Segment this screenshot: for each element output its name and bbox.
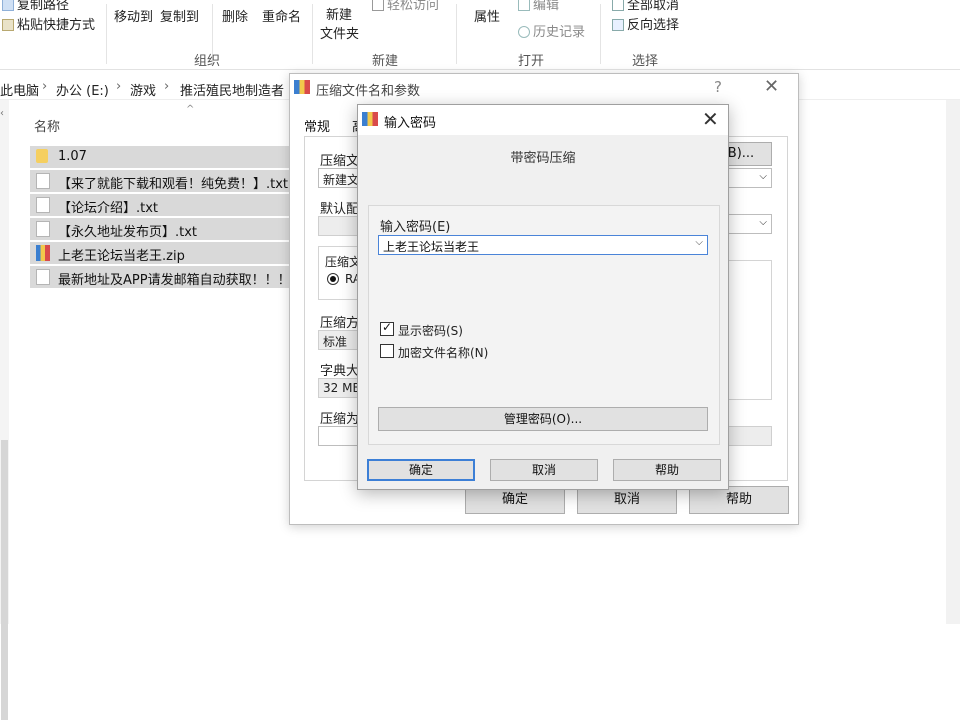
archive-name-label: 压缩文 [320,154,360,169]
breadcrumb-drive[interactable]: 办公 (E:) [56,80,109,99]
zip-archive-icon [36,245,50,261]
group-label-organize: 组织 [194,54,221,69]
scrollbar-thumb[interactable] [1,440,8,720]
delete-button[interactable]: 删除 [222,6,248,25]
show-password-checkbox[interactable]: ✓ [380,320,394,336]
password-label: 输入密码(E) [380,220,451,235]
file-row[interactable]: 1.07 [30,146,292,168]
encrypt-filenames-checkbox[interactable] [380,344,394,358]
checkmark-icon: ✓ [382,320,393,334]
breadcrumb-folder[interactable]: 推活殖民地制造者 [180,80,284,99]
file-row[interactable]: 【来了就能下载和观看！纯免费！】.txt [30,170,292,192]
chevron-down-icon[interactable]: ⌵ [759,171,767,182]
properties-button[interactable]: 属性 [474,6,500,25]
navigation-pane-scrollbar[interactable] [0,100,9,720]
breadcrumb-games[interactable]: 游戏 [130,80,156,99]
new-folder-button[interactable]: 新建 文件夹 [320,4,359,42]
help-icon[interactable]: ? [714,78,722,96]
file-row[interactable]: 【永久地址发布页】.txt [30,218,292,240]
password-dialog: 输入密码 ✕ 带密码压缩 输入密码(E) 上老王论坛当老王 ⌵ ✓ 显示密码(S… [357,104,729,490]
password-dialog-title: 输入密码 [384,116,437,131]
folder-icon [36,149,48,163]
copy-path-icon [2,0,14,11]
paste-shortcut-icon [2,19,14,31]
group-label-select: 选择 [632,54,659,69]
cancel-button[interactable]: 取消 [490,459,598,481]
file-row[interactable]: 最新地址及APP请发邮箱自动获取！！！ [30,266,292,288]
text-file-icon [36,221,50,237]
breadcrumb-separator-icon: › [42,79,48,94]
password-dialog-subtitle: 带密码压缩 [510,151,576,166]
chevron-down-icon[interactable]: ⌵ [695,237,703,248]
group-label-open: 打开 [518,54,545,69]
text-file-icon [36,269,50,285]
edit-button[interactable]: 编辑 [518,0,559,13]
encrypt-filenames-label: 加密文件名称(N) [398,346,489,360]
file-row[interactable]: 上老王论坛当老王.zip [30,242,292,264]
copy-to-button[interactable]: 复制到 [160,6,199,25]
checkbox-icon [372,0,384,11]
help-button[interactable]: 帮助 [689,486,789,514]
close-icon[interactable]: ✕ [764,76,779,97]
cancel-button[interactable]: 取消 [577,486,677,514]
group-label-new: 新建 [372,54,399,69]
chevron-down-icon[interactable]: ⌵ [759,217,767,228]
password-dialog-titlebar: 输入密码 ✕ [358,105,728,135]
show-password-label: 显示密码(S) [398,324,463,338]
move-to-button[interactable]: 移动到 [114,6,153,25]
dictionary-size-label: 字典大 [320,364,360,379]
copy-path-button[interactable]: 复制路径 [2,0,69,13]
select-none-icon [612,0,624,11]
rename-button[interactable]: 重命名 [262,6,301,25]
breadcrumb-separator-icon: › [116,79,122,94]
close-icon[interactable]: ✕ [702,107,719,131]
edit-icon [518,0,530,11]
ribbon: 复制路径 粘贴快捷方式 移动到 复制到 删除 重命名 组织 新建 文件夹 轻松访… [0,0,960,70]
manage-passwords-button[interactable]: 管理密码(O)... [378,407,708,431]
ok-button[interactable]: 确定 [367,459,475,481]
ribbon-divider [600,4,601,64]
ribbon-divider [456,4,457,64]
breadcrumb-separator-icon: › [164,79,170,94]
help-button[interactable]: 帮助 [613,459,721,481]
password-input[interactable]: 上老王论坛当老王 ⌵ [378,235,708,255]
easy-access-button[interactable]: 轻松访问 [372,0,439,13]
tab-general[interactable]: 常规 [304,116,330,135]
expand-chevron-icon[interactable]: ‹ [0,108,4,119]
content-scrollbar[interactable] [946,100,960,624]
compression-method-label: 压缩方 [320,316,360,331]
file-row[interactable]: 【论坛介绍】.txt [30,194,292,216]
invert-selection-button[interactable]: 反向选择 [612,14,679,33]
ok-button[interactable]: 确定 [465,486,565,514]
history-button[interactable]: 历史记录 [518,21,585,40]
winrar-icon [362,112,378,126]
history-icon [518,26,530,38]
select-none-button[interactable]: 全部取消 [612,0,679,13]
default-profile-label: 默认配 [320,202,360,217]
text-file-icon [36,197,50,213]
ribbon-divider [312,4,313,64]
winrar-icon [294,80,310,94]
invert-selection-icon [612,19,624,31]
column-header-name[interactable]: 名称 [34,116,60,135]
sort-ascending-icon: ^ [186,104,195,115]
ribbon-divider [106,4,107,64]
split-volumes-label: 压缩为 [320,412,360,427]
paste-shortcut-button[interactable]: 粘贴快捷方式 [2,14,95,33]
radio-rar[interactable] [327,273,339,285]
text-file-icon [36,173,50,189]
breadcrumb-this-pc[interactable]: 此电脑 [0,80,39,99]
